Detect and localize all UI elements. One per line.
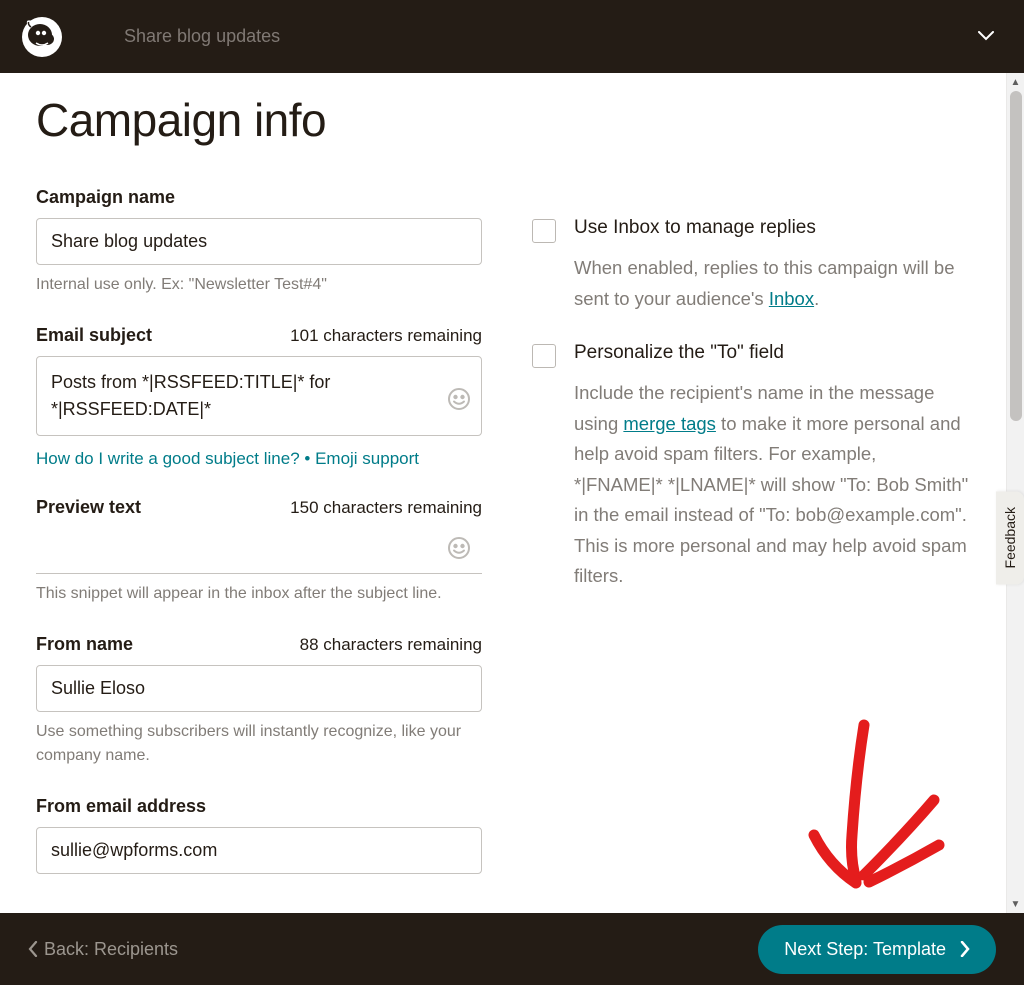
topbar-menu-caret[interactable] [978,28,994,46]
campaign-name-field: Campaign name Internal use only. Ex: "Ne… [36,187,482,297]
topbar-title: Share blog updates [124,26,280,47]
preview-text-label: Preview text [36,497,141,518]
campaign-name-hint: Internal use only. Ex: "Newsletter Test#… [36,273,482,297]
feedback-tab[interactable]: Feedback [996,491,1024,584]
preview-text-counter: 150 characters remaining [290,498,482,518]
back-button[interactable]: Back: Recipients [28,939,178,960]
emoji-support-link[interactable]: Emoji support [315,449,419,468]
campaign-name-label: Campaign name [36,187,175,208]
scroll-area: Campaign info Campaign name Internal use… [0,73,1024,913]
scroll-down-arrow[interactable]: ▼ [1007,895,1024,913]
inbox-option-label: Use Inbox to manage replies [574,217,816,239]
from-email-label: From email address [36,796,206,817]
next-step-button[interactable]: Next Step: Template [758,925,996,974]
options-column: Use Inbox to manage replies When enabled… [532,187,970,902]
page-title: Campaign info [36,93,970,147]
preview-text-field: Preview text 150 characters remaining Th… [36,497,482,606]
from-name-input[interactable] [36,665,482,712]
bottom-bar: Back: Recipients Next Step: Template [0,913,1024,985]
content: Campaign info Campaign name Internal use… [0,73,1006,913]
form-column: Campaign name Internal use only. Ex: "Ne… [36,187,482,902]
personalize-option-desc: Include the recipient's name in the mess… [574,378,970,592]
mailchimp-logo[interactable] [20,15,64,59]
campaign-name-input[interactable] [36,218,482,265]
personalize-option: Personalize the "To" field [532,342,970,368]
inbox-option: Use Inbox to manage replies [532,217,970,243]
email-subject-label: Email subject [36,325,152,346]
top-bar: Share blog updates [0,0,1024,73]
inbox-checkbox[interactable] [532,219,556,243]
personalize-option-label: Personalize the "To" field [574,342,784,364]
inbox-link[interactable]: Inbox [769,288,814,309]
inbox-option-desc: When enabled, replies to this campaign w… [574,253,970,314]
subject-help-link[interactable]: How do I write a good subject line? [36,449,300,468]
from-email-input[interactable] [36,827,482,874]
personalize-checkbox[interactable] [532,344,556,368]
from-name-counter: 88 characters remaining [300,635,482,655]
preview-text-hint: This snippet will appear in the inbox af… [36,582,482,606]
from-name-label: From name [36,634,133,655]
email-subject-field: Email subject 101 characters remaining H… [36,325,482,469]
email-subject-counter: 101 characters remaining [290,326,482,346]
from-name-hint: Use something subscribers will instantly… [36,720,482,768]
merge-tags-link[interactable]: merge tags [623,413,716,434]
email-subject-input[interactable] [36,356,482,436]
scrollbar-thumb[interactable] [1010,91,1022,421]
emoji-picker-icon[interactable] [446,386,472,412]
scroll-up-arrow[interactable]: ▲ [1007,73,1024,91]
from-email-field: From email address [36,796,482,874]
emoji-picker-icon[interactable] [446,535,472,561]
preview-text-input[interactable] [36,528,482,574]
from-name-field: From name 88 characters remaining Use so… [36,634,482,768]
